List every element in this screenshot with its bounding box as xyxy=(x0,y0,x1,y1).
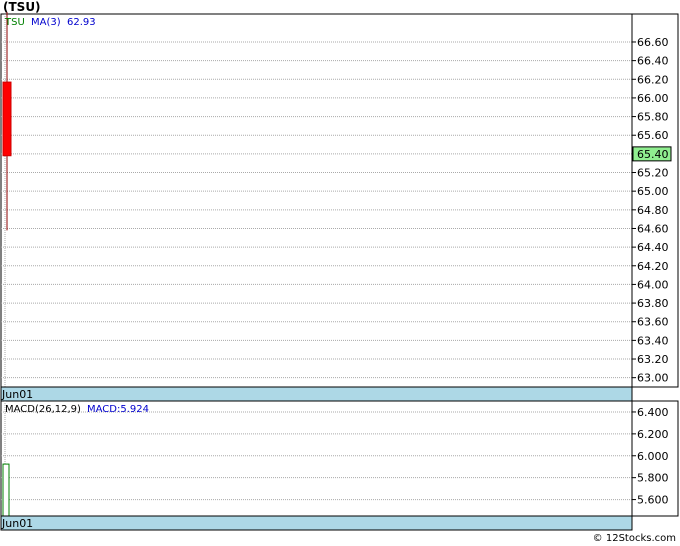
price-tick-label: 64.60 xyxy=(637,222,669,235)
chart-svg: 63.00 63.20 63.40 63.60 63.80 64.00 64.20 64.40… xyxy=(0,12,679,531)
macd-legend-label: MACD(26,12,9) xyxy=(5,404,81,415)
macd-panel-frame xyxy=(0,400,679,517)
candle-body xyxy=(2,81,12,157)
macd-x-tick-label: Jun01 xyxy=(1,517,33,530)
price-tick-label: 65.60 xyxy=(637,129,669,142)
price-tick-label: 64.00 xyxy=(637,278,669,291)
price-tick-label: 63.40 xyxy=(637,334,669,347)
price-panel-frame xyxy=(0,13,679,388)
price-legend-ma-value: 62.93 xyxy=(67,17,96,28)
price-tick-label: 65.80 xyxy=(637,111,669,124)
price-tick-label: 64.40 xyxy=(637,241,669,254)
price-tick-label: 65.00 xyxy=(637,185,669,198)
price-tick-label: 64.20 xyxy=(637,260,669,273)
price-date-band xyxy=(0,386,633,402)
macd-tick-label: 5.800 xyxy=(637,472,669,485)
price-tick-label: 66.00 xyxy=(637,92,669,105)
macd-tick-label: 6.400 xyxy=(637,406,669,419)
price-tick-label: 63.80 xyxy=(637,297,669,310)
price-tick-label: 64.80 xyxy=(637,204,669,217)
price-tick-label: 65.20 xyxy=(637,167,669,180)
price-tick-label: 66.20 xyxy=(637,73,669,86)
macd-tick-label: 5.600 xyxy=(637,494,669,507)
price-tick-label: 63.00 xyxy=(637,372,669,385)
price-tick-label: 66.40 xyxy=(637,55,669,68)
price-tick-label: 66.60 xyxy=(637,36,669,49)
macd-tick-label: 6.200 xyxy=(637,428,669,441)
price-tick-label: 63.20 xyxy=(637,353,669,366)
price-x-tick-label: Jun01 xyxy=(1,388,33,401)
price-legend-ma-label: MA(3) xyxy=(31,17,61,28)
price-legend-ticker: TSU xyxy=(4,17,25,28)
macd-date-band xyxy=(0,515,633,531)
macd-legend-value: MACD:5.924 xyxy=(87,404,149,415)
price-tick-label: 63.60 xyxy=(637,316,669,329)
copyright-text: © 12Stocks.com xyxy=(592,533,676,544)
macd-bar xyxy=(2,463,10,517)
macd-tick-label: 6.000 xyxy=(637,450,669,463)
last-price-label: 65.40 xyxy=(637,148,669,161)
